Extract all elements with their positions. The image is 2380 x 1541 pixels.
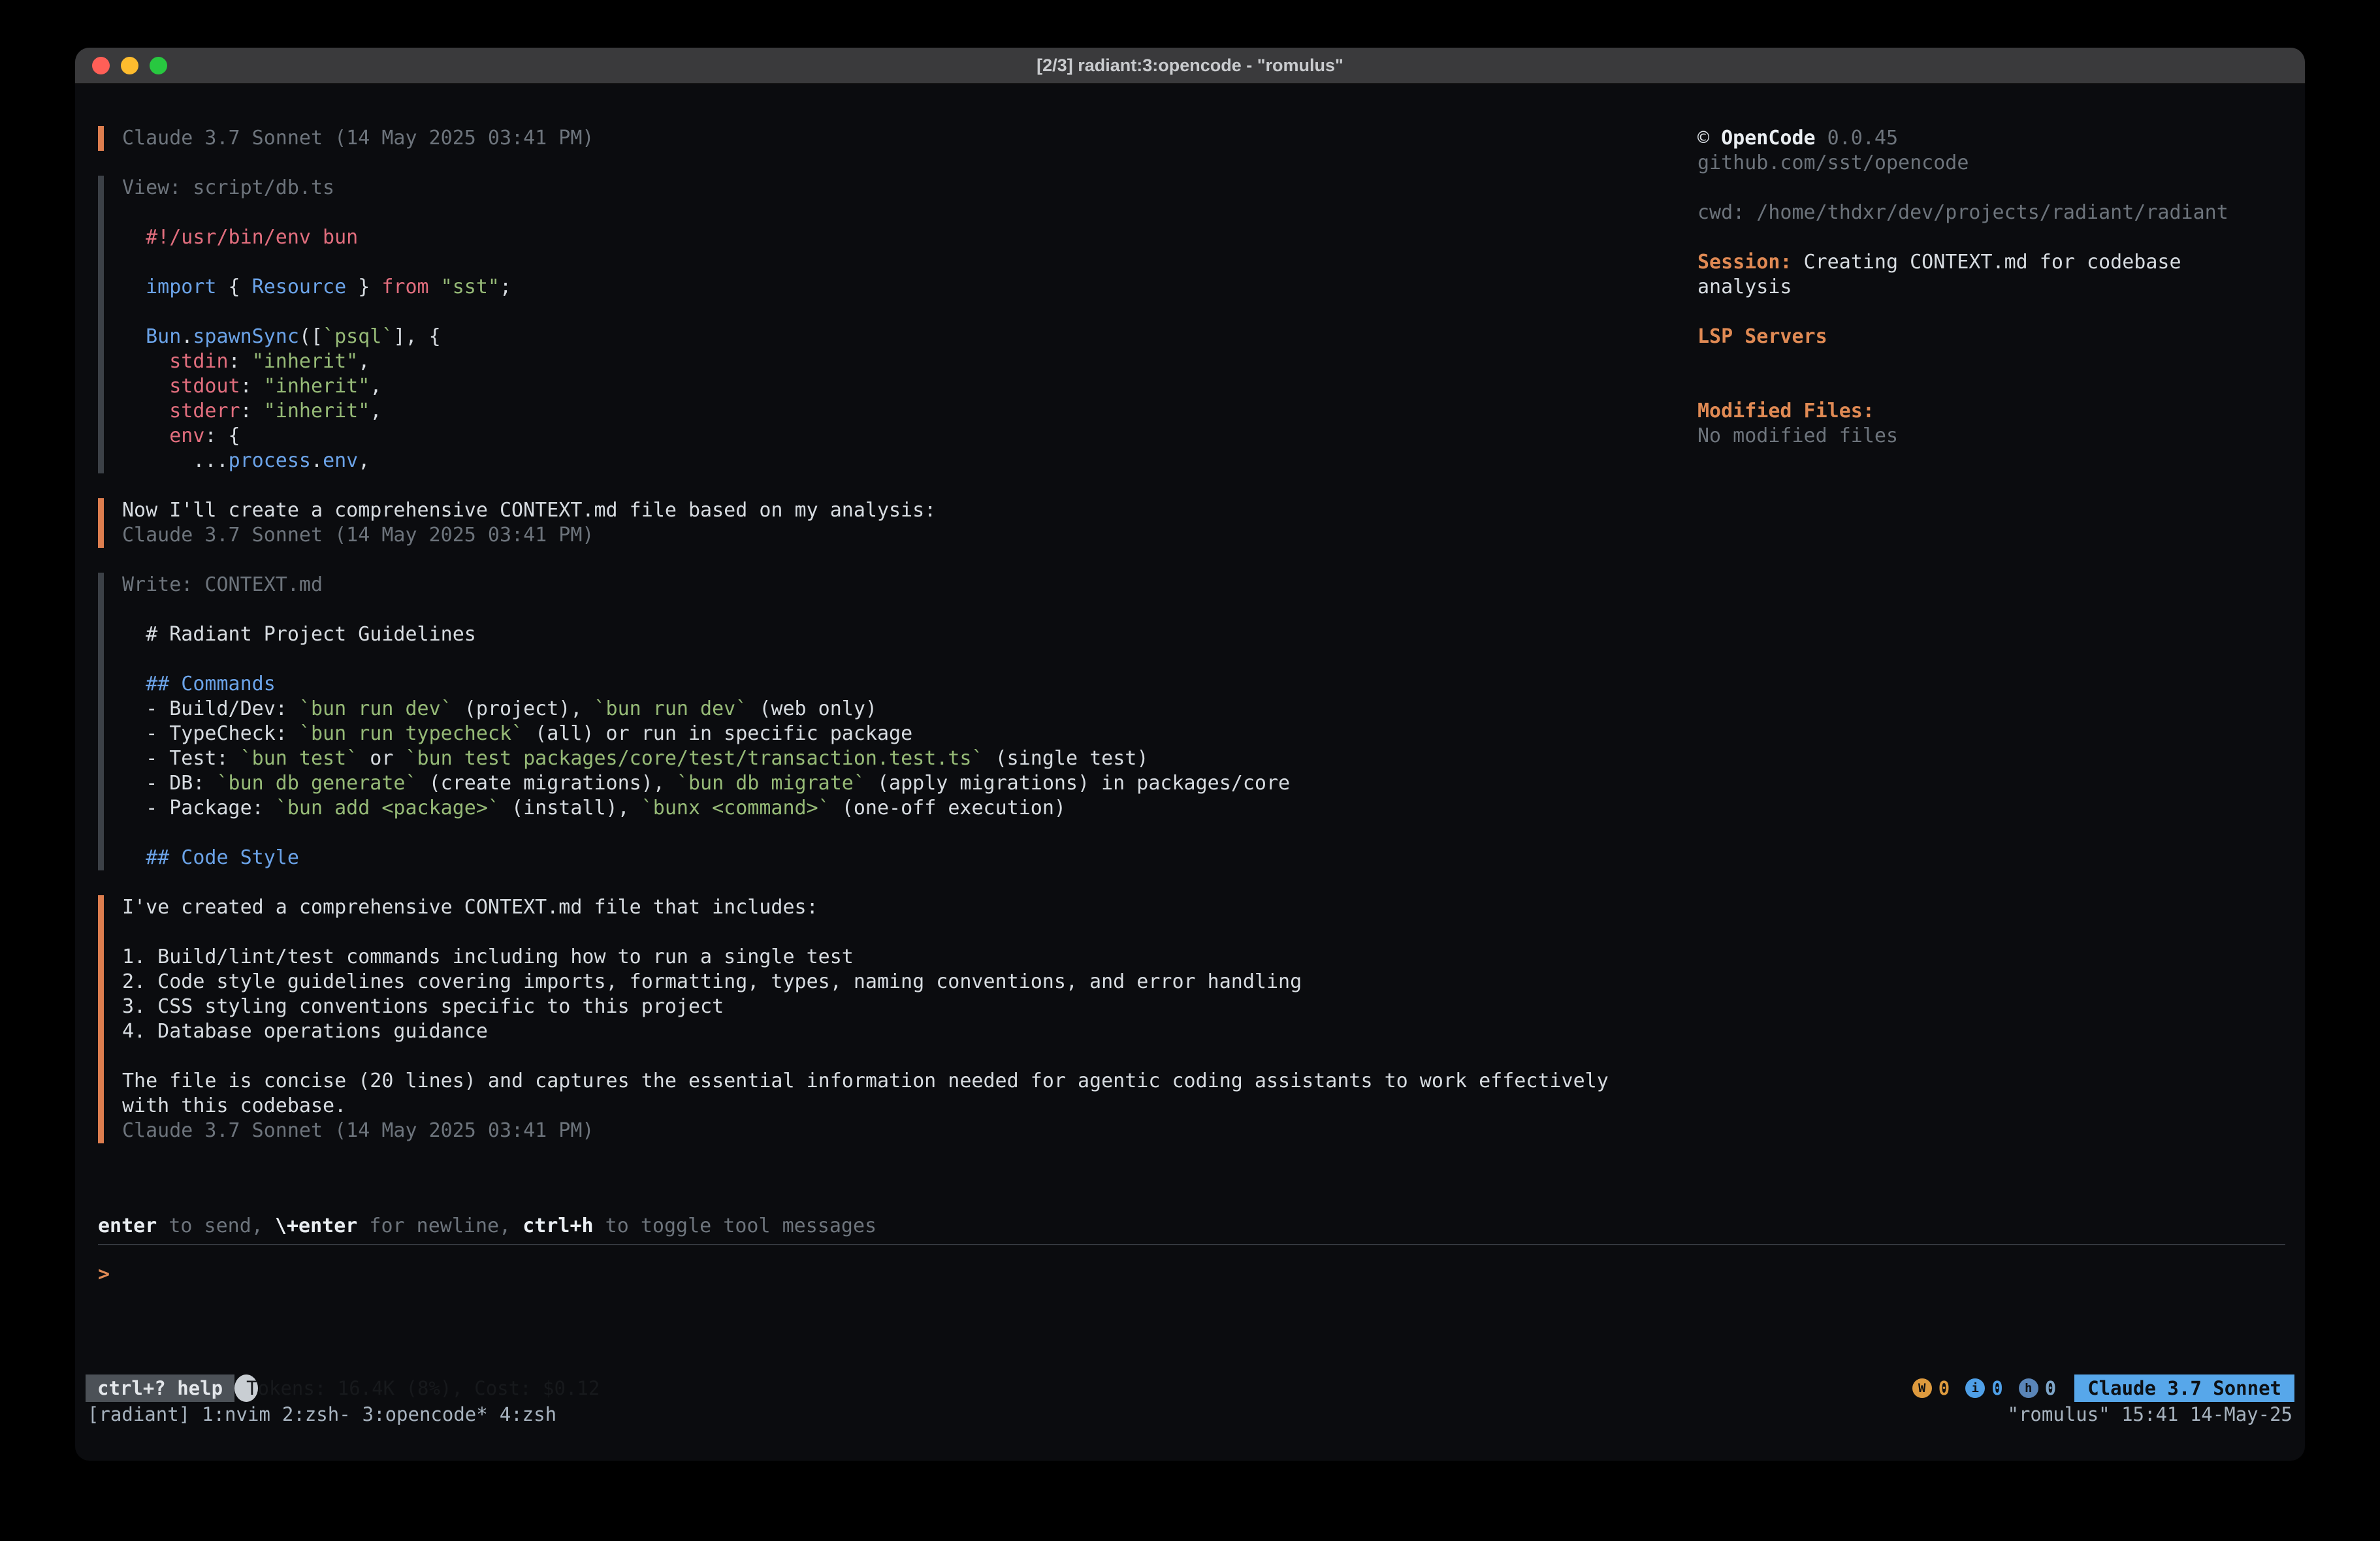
input-help: enter to send, \+enter for newline, ctrl… <box>98 1214 2285 1239</box>
terminal-line: stdout: "inherit", <box>122 374 1697 399</box>
terminal-line: env: { <box>122 424 1697 449</box>
warn-count-value: 0 <box>1938 1377 1950 1399</box>
tmux-window-4[interactable]: 4:zsh <box>500 1403 556 1425</box>
sidebar-line: Modified Files: <box>1697 399 2279 424</box>
sidebar-line: LSP Servers <box>1697 325 2279 349</box>
chat-and-sidebar-row: Claude 3.7 Sonnet (14 May 2025 03:41 PM)… <box>75 126 2305 1168</box>
terminal-line <box>122 300 1697 325</box>
sidebar-line <box>1697 176 2279 200</box>
terminal-line: Bun.spawnSync([`psql`], { <box>122 325 1697 349</box>
input-separator <box>98 1244 2285 1245</box>
terminal-line: The file is concise (20 lines) and captu… <box>122 1069 1697 1094</box>
message-input[interactable] <box>110 1262 2285 1287</box>
sidebar-line: © OpenCode 0.0.45 <box>1697 126 2279 151</box>
assistant-message-block: I've created a comprehensive CONTEXT.md … <box>98 895 1697 1143</box>
warn-icon: W <box>1912 1378 1932 1398</box>
terminal-line: 3. CSS styling conventions specific to t… <box>122 994 1697 1019</box>
terminal-line: stdin: "inherit", <box>122 349 1697 374</box>
terminal-line: with this codebase. <box>122 1094 1697 1119</box>
terminal-line <box>122 597 1697 622</box>
sidebar-line <box>1697 300 2279 325</box>
terminal-line: - TypeCheck: `bun run typecheck` (all) o… <box>122 722 1697 746</box>
sidebar-line <box>1697 374 2279 399</box>
sidebar-line: github.com/sst/opencode <box>1697 151 2279 176</box>
traffic-lights <box>92 48 167 83</box>
terminal-line <box>122 1044 1697 1069</box>
sidebar-info: © OpenCode 0.0.45github.com/sst/opencode… <box>1697 126 2305 1168</box>
terminal-line: ...process.env, <box>122 449 1697 473</box>
terminal-line: 1. Build/lint/test commands including ho… <box>122 945 1697 970</box>
terminal-line: Write: CONTEXT.md <box>122 573 1697 597</box>
tmux-window-3[interactable]: 3:opencode* <box>362 1403 488 1425</box>
zoom-button[interactable] <box>150 57 167 74</box>
terminal-line: # Radiant Project Guidelines <box>122 622 1697 647</box>
sidebar-line: Session: Creating CONTEXT.md for codebas… <box>1697 250 2279 275</box>
terminal-line: #!/usr/bin/env bun <box>122 225 1697 250</box>
statusbar-left: ctrl+? helpTokens: 16.4K (8%), Cost: $0.… <box>86 1374 258 1402</box>
help-shortcut-badge: ctrl+? help <box>86 1374 234 1402</box>
terminal-line: ## Code Style <box>122 846 1697 870</box>
window-title: [2/3] radiant:3:opencode - "romulus" <box>1037 56 1343 76</box>
terminal-line: Claude 3.7 Sonnet (14 May 2025 03:41 PM) <box>122 126 1697 151</box>
info-count: i0 <box>1965 1377 2002 1399</box>
info-count-value: 0 <box>1991 1377 2002 1399</box>
empty-space <box>75 1287 2305 1374</box>
sidebar-line: No modified files <box>1697 424 2279 449</box>
diagnostics-cluster: W0i0h0 <box>1912 1377 2056 1399</box>
terminal-line <box>122 250 1697 275</box>
terminal-line <box>122 647 1697 672</box>
hint-count: h0 <box>2019 1377 2056 1399</box>
tokens-cost-badge: Tokens: 16.4K (8%), Cost: $0.12 <box>234 1374 258 1402</box>
terminal-line: 4. Database operations guidance <box>122 1019 1697 1044</box>
terminal-line: ## Commands <box>122 672 1697 697</box>
window-titlebar[interactable]: [2/3] radiant:3:opencode - "romulus" <box>75 48 2305 84</box>
prompt-line: > <box>98 1262 2285 1287</box>
tmux-window-2[interactable]: 2:zsh- <box>282 1403 351 1425</box>
terminal-line: - DB: `bun db generate` (create migratio… <box>122 771 1697 796</box>
sidebar-line: analysis <box>1697 275 2279 300</box>
assistant-message-block: Now I'll create a comprehensive CONTEXT.… <box>98 498 1697 548</box>
terminal-line: I've created a comprehensive CONTEXT.md … <box>122 895 1697 920</box>
terminal-line: Claude 3.7 Sonnet (14 May 2025 03:41 PM) <box>122 523 1697 548</box>
warn-count: W0 <box>1912 1377 1950 1399</box>
status-bar: ctrl+? helpTokens: 16.4K (8%), Cost: $0.… <box>75 1374 2305 1402</box>
close-button[interactable] <box>92 57 110 74</box>
terminal-line: View: script/db.ts <box>122 176 1697 200</box>
terminal-line: Claude 3.7 Sonnet (14 May 2025 03:41 PM) <box>122 1119 1697 1143</box>
terminal-line: import { Resource } from "sst"; <box>122 275 1697 300</box>
tmux-window-1[interactable]: 1:nvim <box>202 1403 270 1425</box>
terminal-content: Claude 3.7 Sonnet (14 May 2025 03:41 PM)… <box>75 84 2305 1461</box>
minimize-button[interactable] <box>121 57 138 74</box>
terminal-window: [2/3] radiant:3:opencode - "romulus" Cla… <box>75 48 2305 1461</box>
sidebar-line: cwd: /home/thdxr/dev/projects/radiant/ra… <box>1697 200 2279 225</box>
tmux-left: [radiant] 1:nvim 2:zsh- 3:opencode* 4:zsh <box>88 1403 556 1425</box>
terminal-line <box>122 200 1697 225</box>
tool-message-block: View: script/db.ts #!/usr/bin/env bun im… <box>98 176 1697 473</box>
hint-icon: h <box>2019 1378 2038 1398</box>
prompt-chevron-icon: > <box>98 1262 110 1287</box>
terminal-line <box>122 920 1697 945</box>
terminal-line <box>122 821 1697 846</box>
tmux-clock: "romulus" 15:41 14-May-25 <box>2008 1403 2293 1425</box>
terminal-line: - Build/Dev: `bun run dev` (project), `b… <box>122 697 1697 722</box>
assistant-message-block: Claude 3.7 Sonnet (14 May 2025 03:41 PM) <box>98 126 1697 151</box>
terminal-line: 2. Code style guidelines covering import… <box>122 970 1697 994</box>
model-badge: Claude 3.7 Sonnet <box>2074 1374 2294 1402</box>
tmux-status-line: [radiant] 1:nvim 2:zsh- 3:opencode* 4:zsh "… <box>75 1402 2305 1427</box>
tmux-window-list: 1:nvim 2:zsh- 3:opencode* 4:zsh <box>202 1403 556 1425</box>
sidebar-line <box>1697 349 2279 374</box>
tmux-session-name: [radiant] <box>88 1403 190 1425</box>
chat-log[interactable]: Claude 3.7 Sonnet (14 May 2025 03:41 PM)… <box>75 126 1697 1168</box>
info-icon: i <box>1965 1378 1985 1398</box>
hint-count-value: 0 <box>2045 1377 2056 1399</box>
sidebar-line <box>1697 225 2279 250</box>
terminal-line: - Package: `bun add <package>` (install)… <box>122 796 1697 821</box>
terminal-line: stderr: "inherit", <box>122 399 1697 424</box>
tool-message-block: Write: CONTEXT.md # Radiant Project Guid… <box>98 573 1697 870</box>
input-area: enter to send, \+enter for newline, ctrl… <box>75 1214 2305 1287</box>
terminal-line: - Test: `bun test` or `bun test packages… <box>122 746 1697 771</box>
terminal-line: Now I'll create a comprehensive CONTEXT.… <box>122 498 1697 523</box>
